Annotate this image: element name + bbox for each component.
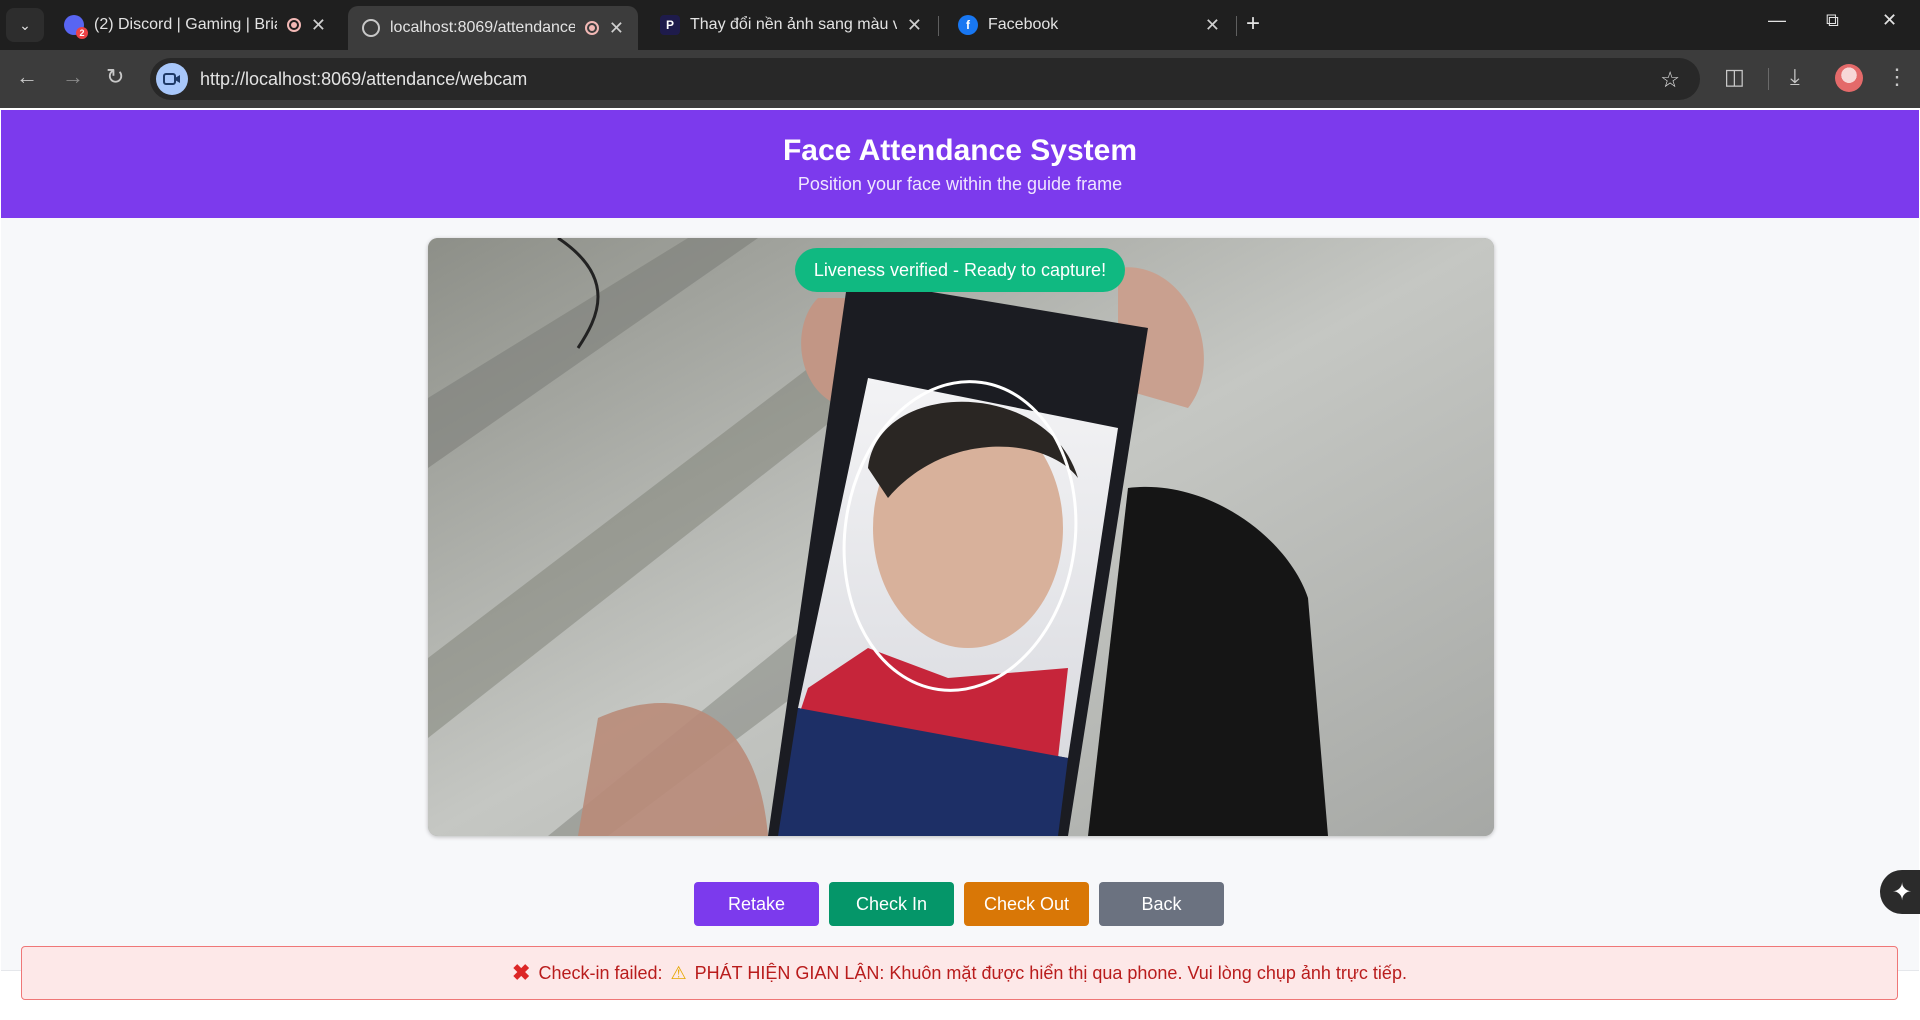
tab-facebook[interactable]: f Facebook ✕ bbox=[944, 6, 1234, 44]
reload-icon[interactable]: ↻ bbox=[106, 64, 124, 90]
sparkle-icon: ✦ bbox=[1892, 878, 1913, 906]
page-title: Face Attendance System bbox=[782, 134, 1138, 167]
tab-title: Facebook bbox=[988, 16, 1059, 33]
tab-title: Thay đổi nền ảnh sang màu vàn bbox=[690, 16, 897, 33]
tab-attendance[interactable]: localhost:8069/attendance/ ✕ bbox=[348, 6, 638, 50]
check-out-button[interactable]: Check Out bbox=[964, 882, 1089, 926]
minimize-icon[interactable]: — bbox=[1768, 10, 1786, 31]
error-x-icon: ✖ bbox=[512, 960, 531, 985]
tab-discord[interactable]: 2 (2) Discord | Gaming | Brian ✕ bbox=[50, 6, 340, 44]
close-tab-icon[interactable]: ✕ bbox=[907, 15, 922, 36]
tab-photo-editor[interactable]: P Thay đổi nền ảnh sang màu vàn ✕ bbox=[646, 6, 936, 44]
tab-divider bbox=[938, 16, 939, 36]
retake-button[interactable]: Retake bbox=[694, 882, 819, 926]
notification-badge: 2 bbox=[76, 27, 88, 39]
action-buttons: Retake Check In Check Out Back bbox=[0, 882, 1920, 926]
camera-area: Liveness verified - Ready to capture! bbox=[1, 218, 1919, 971]
facebook-icon: f bbox=[958, 15, 978, 35]
toolbar-divider bbox=[1768, 68, 1769, 90]
liveness-status-badge: Liveness verified - Ready to capture! bbox=[795, 248, 1125, 292]
extensions-icon[interactable]: ◫ bbox=[1724, 64, 1745, 90]
close-tab-icon[interactable]: ✕ bbox=[1205, 15, 1220, 36]
attendance-page: Face Attendance System Position your fac… bbox=[0, 108, 1920, 1020]
download-icon[interactable]: ⤓ bbox=[1790, 64, 1800, 90]
back-button[interactable]: Back bbox=[1099, 882, 1224, 926]
new-tab-button[interactable]: + bbox=[1246, 10, 1260, 38]
restore-icon[interactable]: ⧉ bbox=[1826, 10, 1839, 31]
close-tab-icon[interactable]: ✕ bbox=[311, 15, 326, 36]
tab-divider bbox=[1236, 16, 1237, 36]
page-subtitle: Position your face within the guide fram… bbox=[797, 174, 1123, 194]
address-bar[interactable]: http://localhost:8069/attendance/webcam … bbox=[150, 58, 1700, 100]
globe-icon bbox=[362, 19, 380, 37]
webcam-image bbox=[428, 238, 1494, 836]
bookmark-star-icon[interactable]: ☆ bbox=[1660, 67, 1680, 93]
p-logo-icon: P bbox=[660, 15, 680, 35]
forward-arrow-icon[interactable]: → bbox=[62, 64, 84, 90]
close-window-icon[interactable]: ✕ bbox=[1882, 10, 1897, 31]
tab-search-button[interactable]: ⌄ bbox=[6, 8, 44, 42]
camera-permission-icon[interactable] bbox=[156, 63, 188, 95]
profile-avatar[interactable] bbox=[1835, 64, 1863, 92]
browser-tab-bar: ⌄ 2 (2) Discord | Gaming | Brian ✕ local… bbox=[0, 0, 1920, 50]
webcam-feed: Liveness verified - Ready to capture! bbox=[428, 238, 1494, 836]
recording-icon bbox=[286, 18, 301, 32]
menu-kebab-icon[interactable]: ⋮ bbox=[1886, 64, 1908, 90]
ai-assistant-button[interactable]: ✦ bbox=[1880, 870, 1920, 914]
back-arrow-icon[interactable]: ← bbox=[16, 64, 38, 90]
error-message: PHÁT HIỆN GIAN LẬN: Khuôn mặt được hiển … bbox=[694, 962, 1407, 983]
warning-icon: ⚠ bbox=[670, 962, 687, 983]
check-in-button[interactable]: Check In bbox=[829, 882, 954, 926]
tab-title: (2) Discord | Gaming | Brian bbox=[94, 16, 277, 33]
recording-icon bbox=[584, 21, 599, 35]
error-alert: ✖ Check-in failed: ⚠ PHÁT HIỆN GIAN LẬN:… bbox=[21, 946, 1898, 1000]
close-tab-icon[interactable]: ✕ bbox=[609, 18, 624, 39]
url-text[interactable]: http://localhost:8069/attendance/webcam bbox=[200, 69, 527, 90]
discord-icon: 2 bbox=[64, 15, 88, 39]
tab-title: localhost:8069/attendance/ bbox=[390, 19, 575, 36]
error-prefix: Check-in failed: bbox=[538, 962, 663, 983]
chevron-down-icon: ⌄ bbox=[19, 16, 31, 33]
browser-toolbar: ← → ↻ http://localhost:8069/attendance/w… bbox=[0, 50, 1920, 108]
page-header: Face Attendance System Position your fac… bbox=[1, 110, 1919, 218]
